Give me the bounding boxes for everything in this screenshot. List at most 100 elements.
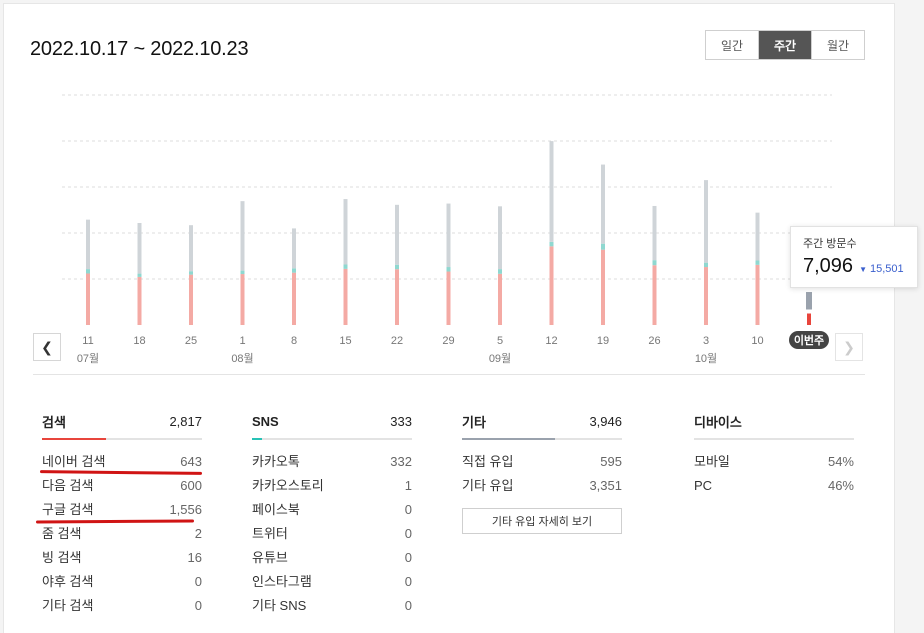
bar-search [498,273,502,325]
bar-search [189,274,193,325]
etc-row-direct: 직접 유입 595 [462,450,622,474]
stat-value: 643 [180,454,202,469]
sns-row-facebook: 페이스북 0 [252,498,412,522]
month-label: 07월 [77,352,99,365]
stat-label: 구글 검색 [42,502,94,517]
stat-label: 유튜브 [252,550,288,565]
etc-detail-button[interactable]: 기타 유입 자세히 보기 [462,508,622,534]
device-row-pc: PC 46% [694,474,854,498]
arrow-down-icon: ▼ [859,265,867,274]
search-row-google: 구글 검색 1,556 [42,498,202,522]
bar-sns [292,268,296,273]
bar-search [755,264,760,325]
tick-label: 25 [185,335,197,347]
bar-sns [446,267,451,272]
bar-search [601,249,605,325]
bar-etc [704,180,708,263]
search-row-bing: 빙 검색 16 [42,546,202,570]
sns-row-kakaotalk: 카카오톡 332 [252,450,412,474]
section-divider [33,374,865,375]
month-label: 10월 [695,352,717,365]
chevron-right-icon: ❯ [843,338,855,355]
search-stats-title: 검색 [42,414,66,430]
stat-label: 페이스북 [252,502,300,517]
bar-search [549,246,554,325]
search-stats-header: 검색 2,817 [42,410,202,432]
etc-stats-bar [462,438,622,440]
sns-stats-bar [252,438,412,440]
bar-etc [652,205,657,261]
etc-stats: 기타 3,946 직접 유입 595 기타 유입 3,351 기타 유입 자세히 보… [462,410,622,534]
etc-stats-total: 3,946 [589,413,622,429]
bar-search [292,272,296,325]
chart-next-button[interactable]: ❯ [835,333,863,361]
stat-value: 600 [180,478,202,493]
bar-sns [498,269,502,274]
etc-row-other: 기타 유입 3,351 [462,474,622,498]
tooltip-delta-value: 15,501 [869,263,904,275]
tick-label: 5 [497,335,503,347]
tick-label: 1 [239,335,245,347]
stat-value: 3,351 [589,478,622,493]
tick-label: 12 [545,335,557,347]
chart-prev-button[interactable]: ❮ [33,333,61,361]
chart-tooltip: 주간 방문수 7,096 ▼ 15,501 [790,226,918,288]
stat-label: 카카오톡 [252,454,300,469]
tick-label: 3 [703,335,709,347]
search-row-daum: 다음 검색 600 [42,474,202,498]
sns-row-twitter: 트위터 0 [252,522,412,546]
bar-etc [137,222,142,274]
sns-stats-bar-fill [252,438,262,440]
device-stats-title: 디바이스 [694,414,742,430]
tick-label: 8 [291,335,297,347]
bar-etc [86,219,90,270]
bar-sns [549,241,554,247]
search-row-zum: 줌 검색 2 [42,522,202,546]
stat-label: 인스타그램 [252,574,312,589]
stat-value: 46% [827,478,854,493]
stat-value: 1,556 [169,502,202,517]
bar-etc [549,141,554,242]
sns-stats-title: SNS [252,413,279,429]
sns-stats-header: SNS 333 [252,410,412,432]
month-label: 08월 [231,352,253,365]
stat-value: 0 [194,574,202,589]
stat-label: 다음 검색 [42,478,94,493]
bar-search [240,274,245,325]
stat-label: 직접 유입 [462,454,514,469]
bar-search [652,265,657,325]
bar-sns [240,270,245,275]
month-label: 09월 [489,352,511,365]
bar-sns [189,271,193,275]
stat-value: 0 [194,598,202,613]
device-row-mobile: 모바일 54% [694,450,854,474]
stat-value: 0 [404,502,412,517]
chevron-left-icon: ❮ [41,338,53,355]
bar-search [807,313,811,325]
sns-stats: SNS 333 카카오톡 332 카카오스토리 1 페이스북 0 트위터 0 유튜브 0 … [252,410,412,618]
stat-value: 0 [404,574,412,589]
bar-sns [601,243,605,250]
search-stats-bar-fill [42,438,106,440]
bar-sns [755,260,760,265]
bar-etc [498,206,502,270]
stat-label: 야후 검색 [42,574,94,589]
bar-sns [86,269,90,274]
bar-etc [446,203,451,268]
bar-search [704,267,708,325]
bar-etc [240,201,245,271]
search-row-other: 기타 검색 0 [42,594,202,618]
bar-etc [601,164,605,244]
stat-value: 16 [187,550,202,565]
device-stats: 디바이스 모바일 54% PC 46% [694,410,854,498]
bar-search [343,268,348,325]
stat-value: 2 [194,526,202,541]
stat-label: 빙 검색 [42,550,82,565]
tick-label: 10 [751,335,763,347]
search-stats-bar [42,438,202,440]
bar-etc [292,228,296,269]
tick-label: 22 [391,335,403,347]
tooltip-value: 7,096 [803,255,854,277]
sns-row-kakaostory: 카카오스토리 1 [252,474,412,498]
bar-sns [395,264,399,270]
